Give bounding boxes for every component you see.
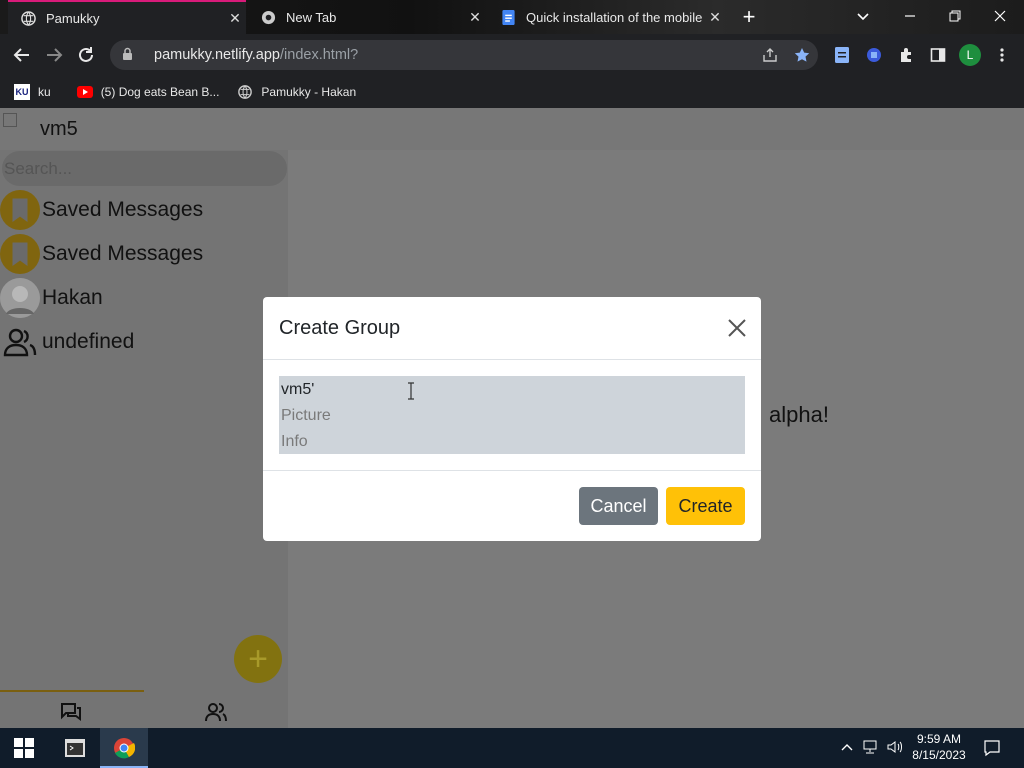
- info-input[interactable]: [281, 430, 741, 454]
- modal-header-divider: [263, 359, 761, 360]
- minimize-icon[interactable]: [902, 8, 918, 24]
- profile-avatar[interactable]: L: [959, 44, 981, 66]
- tab-title: New Tab: [286, 9, 337, 25]
- chat-name: Hakan: [42, 286, 103, 309]
- chats-tab-icon[interactable]: [60, 702, 82, 722]
- text-cursor-icon: [407, 382, 415, 400]
- tab-title: Pamukky: [46, 10, 100, 26]
- url-host: pamukky.netlify.app: [154, 47, 280, 63]
- docs-extension-icon[interactable]: [833, 46, 851, 64]
- chat-name: undefined: [42, 330, 135, 353]
- new-tab-button[interactable]: +: [738, 4, 760, 30]
- bookmark-label: (5) Dog eats Bean B...: [100, 85, 220, 99]
- lock-icon: [122, 47, 136, 63]
- bookmark-icon: [0, 234, 40, 274]
- tab-quick-installation[interactable]: Quick installation of the mobile s ✕: [488, 0, 726, 34]
- app-title: vm5: [40, 118, 78, 140]
- bookmark-label: ku: [38, 85, 51, 99]
- app-header: [0, 108, 1024, 150]
- notifications-icon[interactable]: [983, 739, 1001, 757]
- windows-start-icon[interactable]: [14, 738, 34, 758]
- active-tab-indicator: [0, 690, 144, 692]
- docs-icon: [500, 9, 516, 25]
- side-panel-icon[interactable]: [929, 46, 947, 64]
- youtube-icon: [76, 84, 93, 100]
- main-message: alpha!: [769, 402, 829, 427]
- tab-pamukky[interactable]: Pamukky ✕: [8, 0, 246, 34]
- bookmark-pamukky[interactable]: Pamukky - Hakan: [237, 84, 356, 100]
- chat-name: Saved Messages: [42, 198, 204, 221]
- close-icon[interactable]: [726, 317, 748, 339]
- restore-icon[interactable]: [947, 8, 963, 24]
- clock[interactable]: 9:59 AM 8/15/2023: [900, 731, 978, 763]
- forward-icon[interactable]: [43, 45, 65, 70]
- chat-item[interactable]: undefined: [0, 320, 288, 364]
- bookmark-youtube[interactable]: (5) Dog eats Bean B...: [76, 84, 220, 100]
- clock-time: 9:59 AM: [916, 732, 962, 746]
- window-close-icon[interactable]: [992, 8, 1008, 24]
- chat-item[interactable]: Hakan: [0, 276, 288, 320]
- extension-shield-icon[interactable]: [865, 46, 883, 64]
- clock-date: 8/15/2023: [912, 748, 966, 762]
- extensions-puzzle-icon[interactable]: [897, 46, 915, 64]
- contacts-tab-icon[interactable]: [204, 702, 228, 722]
- globe-icon: [237, 84, 253, 100]
- modal-title: Create Group: [279, 317, 401, 339]
- avatar: [0, 278, 40, 318]
- search-input[interactable]: Search...: [2, 151, 287, 186]
- bookmark-label: Pamukky - Hakan: [261, 85, 357, 99]
- terminal-app-icon[interactable]: [64, 737, 86, 759]
- close-tab-icon[interactable]: ✕: [464, 9, 486, 26]
- tab-search-icon[interactable]: [855, 8, 871, 24]
- broken-image-icon: [3, 113, 17, 127]
- create-button[interactable]: Create: [666, 487, 745, 525]
- add-chat-button[interactable]: +: [234, 635, 282, 683]
- tray-chevron-icon[interactable]: [840, 740, 854, 754]
- close-tab-icon[interactable]: ✕: [704, 9, 726, 26]
- chrome-icon: [260, 9, 276, 25]
- chat-item[interactable]: Saved Messages: [0, 188, 288, 232]
- bookmarks-bar: KU ku (5) Dog eats Bean B... Pamukky - H…: [0, 76, 1024, 108]
- bookmark-star-icon[interactable]: [793, 46, 811, 64]
- cancel-button[interactable]: Cancel: [579, 487, 658, 525]
- chat-name: Saved Messages: [42, 242, 204, 265]
- group-name-input[interactable]: [281, 378, 741, 402]
- tab-new-tab[interactable]: New Tab ✕: [248, 0, 486, 34]
- chrome-taskbar-button[interactable]: [100, 728, 148, 768]
- back-icon[interactable]: [11, 45, 33, 70]
- chat-item[interactable]: Saved Messages: [0, 232, 288, 276]
- picture-input[interactable]: [281, 404, 741, 428]
- modal-footer-divider: [263, 470, 761, 471]
- bookmark-icon: [0, 190, 40, 230]
- share-icon[interactable]: [761, 46, 779, 64]
- reload-icon[interactable]: [75, 45, 97, 70]
- address-bar[interactable]: pamukky.netlify.app/index.html?: [110, 40, 818, 70]
- globe-icon: [20, 10, 36, 26]
- bottom-nav: [0, 690, 288, 728]
- ku-logo-icon: KU: [14, 84, 30, 100]
- network-icon[interactable]: [862, 739, 880, 755]
- bookmark-ku[interactable]: KU ku: [14, 84, 51, 100]
- close-tab-icon[interactable]: ✕: [224, 10, 246, 27]
- menu-dots-icon[interactable]: [993, 46, 1011, 64]
- group-icon: [0, 322, 40, 362]
- tab-title: Quick installation of the mobile s: [526, 9, 704, 25]
- url-path: /index.html?: [280, 47, 359, 63]
